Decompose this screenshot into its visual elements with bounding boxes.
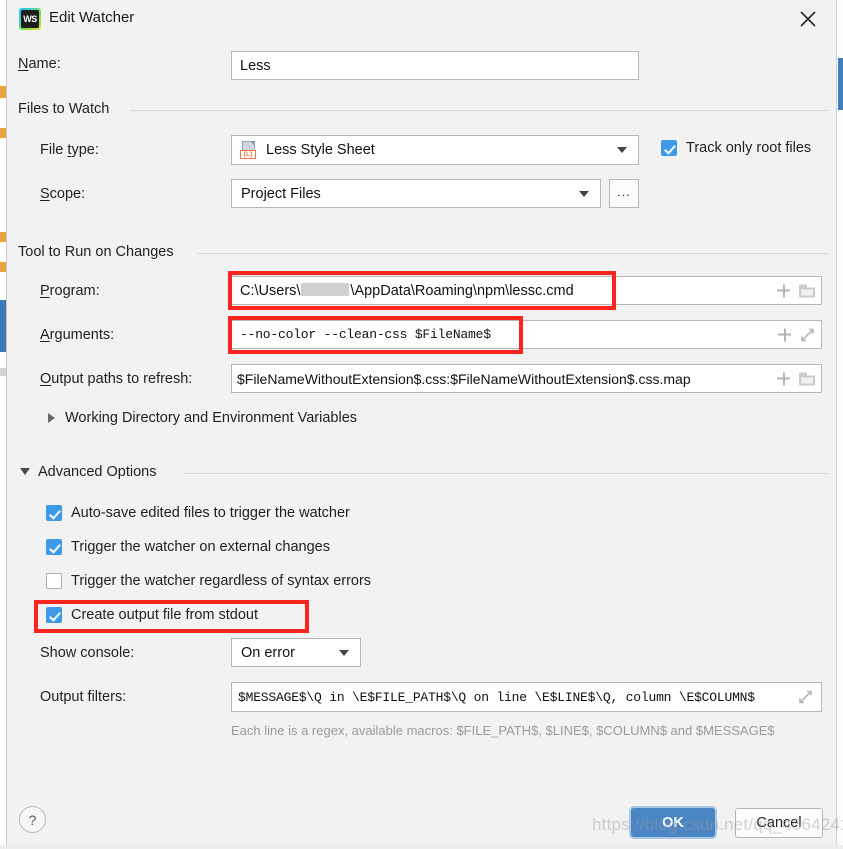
close-icon[interactable]	[796, 7, 820, 31]
output-paths-field-icons	[777, 372, 815, 385]
folder-icon[interactable]	[799, 372, 815, 385]
name-input[interactable]: Less	[231, 51, 639, 80]
arguments-label: Arguments:	[40, 327, 115, 343]
checkbox-auto-save-edited-files[interactable]: Auto-save edited files to trigger the wa…	[46, 505, 350, 521]
dialog-right-border	[836, 0, 837, 849]
dialog-title: Edit Watcher	[49, 9, 135, 26]
files-to-watch-divider	[130, 110, 828, 111]
output-paths-label: Output paths to refresh:	[40, 371, 193, 387]
checkbox-label: Trigger the watcher regardless of syntax…	[71, 573, 372, 589]
bg-artifact-bottom	[0, 845, 843, 849]
output-filters-field-icons	[798, 690, 813, 705]
bg-artifact-orange-1	[0, 86, 6, 98]
name-input-value: Less	[240, 57, 271, 74]
files-to-watch-group-title: Files to Watch	[18, 101, 110, 117]
file-type-combo[interactable]: {L} Less Style Sheet	[231, 135, 639, 165]
advanced-options-group-title: Advanced Options	[38, 464, 157, 480]
checkbox-trigger-regardless-syntax-errors[interactable]: Trigger the watcher regardless of syntax…	[46, 573, 371, 589]
arguments-input[interactable]: --no-color --clean-css $FileName$	[231, 320, 822, 349]
bg-artifact-orange-2	[0, 128, 6, 138]
tool-to-run-group-title: Tool to Run on Changes	[18, 244, 174, 260]
scope-value: Project Files	[241, 185, 321, 202]
chevron-down-icon	[617, 147, 627, 153]
working-directory-expander-icon[interactable]	[48, 413, 55, 423]
dialog-left-border	[6, 0, 7, 849]
chevron-down-icon	[339, 649, 349, 656]
folder-icon[interactable]	[799, 284, 815, 297]
checkbox-label: Create output file from stdout	[71, 607, 258, 623]
checkbox-label: Auto-save edited files to trigger the wa…	[71, 505, 350, 521]
arguments-field-icons	[778, 327, 815, 342]
chevron-down-icon	[579, 190, 589, 197]
bg-artifact-blue	[0, 300, 6, 352]
checkbox-label: Trigger the watcher on external changes	[71, 539, 330, 555]
program-input-value: C:\Users\ \AppData\Roaming\npm\lessc.cmd	[232, 282, 574, 299]
scope-browse-button[interactable]: ...	[609, 179, 639, 208]
program-path-prefix: C:\Users\	[240, 282, 301, 299]
output-filters-label: Output filters:	[40, 689, 127, 705]
edit-watcher-dialog: WS Edit Watcher Name: Less Files to Watc…	[0, 0, 843, 849]
less-file-icon-badge: {L}	[240, 150, 256, 159]
plus-icon[interactable]	[778, 328, 791, 341]
help-button[interactable]: ?	[19, 806, 46, 833]
arguments-input-value: --no-color --clean-css $FileName$	[240, 327, 491, 342]
webstorm-icon: WS	[19, 8, 41, 30]
checkbox-box	[46, 607, 62, 623]
bg-artifact-grey	[0, 368, 6, 376]
background-window-right-edge	[836, 0, 843, 849]
bg-artifact-orange-3	[0, 232, 6, 242]
bg-accent-right	[838, 58, 843, 110]
output-filters-hint: Each line is a regex, available macros: …	[231, 723, 775, 738]
bg-artifact-orange-4	[0, 262, 6, 272]
program-input[interactable]: C:\Users\ \AppData\Roaming\npm\lessc.cmd	[231, 276, 822, 305]
redaction-block	[301, 282, 350, 296]
program-field-icons	[777, 284, 815, 297]
dialog-title-bar: WS Edit Watcher	[7, 0, 836, 38]
plus-icon[interactable]	[777, 372, 790, 385]
advanced-options-expander-icon[interactable]	[20, 468, 30, 475]
cancel-button[interactable]: Cancel	[735, 808, 823, 838]
show-console-value: On error	[241, 644, 295, 661]
show-console-combo[interactable]: On error	[231, 638, 361, 667]
expand-icon[interactable]	[800, 327, 815, 342]
name-label: Name:	[18, 56, 61, 72]
checkbox-trigger-on-external-changes[interactable]: Trigger the watcher on external changes	[46, 539, 330, 555]
scope-label: Scope:	[40, 186, 86, 202]
scope-combo[interactable]: Project Files	[231, 179, 601, 208]
output-paths-input-value: $FileNameWithoutExtension$.css:$FileName…	[237, 370, 691, 387]
webstorm-icon-label: WS	[21, 10, 39, 28]
ok-button[interactable]: OK	[629, 806, 717, 839]
file-type-value: Less Style Sheet	[266, 142, 375, 158]
file-type-label: File type:	[40, 142, 99, 158]
track-only-root-files-checkbox[interactable]: Track only root files	[661, 140, 811, 156]
track-only-root-files-label: Track only root files	[686, 140, 812, 156]
output-paths-input[interactable]: $FileNameWithoutExtension$.css:$FileName…	[231, 364, 822, 393]
checkbox-box	[46, 505, 62, 521]
checkbox-create-output-file-from-stdout[interactable]: Create output file from stdout	[46, 607, 258, 623]
checkbox-box	[46, 573, 62, 589]
program-path-suffix: \AppData\Roaming\npm\lessc.cmd	[350, 282, 574, 299]
expand-icon[interactable]	[798, 690, 813, 705]
show-console-label: Show console:	[40, 645, 135, 661]
checkbox-box	[46, 539, 62, 555]
less-file-icon: {L}	[240, 141, 257, 159]
working-directory-label[interactable]: Working Directory and Environment Variab…	[65, 410, 357, 426]
program-label: Program:	[40, 283, 100, 299]
tool-to-run-divider	[198, 253, 828, 254]
checkbox-box	[661, 140, 677, 156]
plus-icon[interactable]	[777, 284, 790, 297]
output-filters-input-value: $MESSAGE$\Q in \E$FILE_PATH$\Q on line \…	[238, 689, 755, 705]
advanced-options-divider	[185, 473, 828, 474]
output-filters-input[interactable]: $MESSAGE$\Q in \E$FILE_PATH$\Q on line \…	[231, 682, 822, 712]
